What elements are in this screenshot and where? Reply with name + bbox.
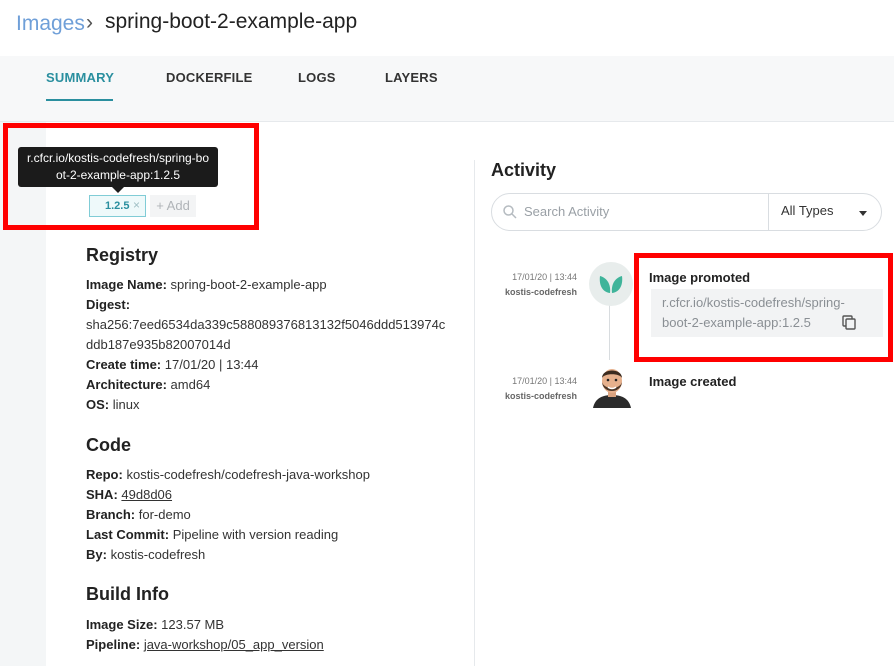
activity-search-bar: All Types <box>491 193 882 231</box>
leaf-icon <box>589 262 633 306</box>
column-divider <box>474 160 475 666</box>
by-value: kostis-codefresh <box>110 547 206 562</box>
create-time-row: Create time: 17/01/20 | 13:44 <box>86 355 259 375</box>
event-user: kostis-codefresh <box>504 391 577 401</box>
os-row: OS: linux <box>86 395 140 415</box>
pipeline-row: Pipeline: java-workshop/05_app_version <box>86 635 324 655</box>
type-filter-select[interactable]: All Types <box>781 203 834 218</box>
active-tab-indicator <box>46 99 113 101</box>
repo-value: kostis-codefresh/codefresh-java-workshop <box>126 467 370 482</box>
architecture-row: Architecture: amd64 <box>86 375 210 395</box>
search-icon <box>503 205 517 219</box>
architecture-label: Architecture: <box>86 377 167 392</box>
event-meta: 17/01/20 | 13:44 kostis-codefresh <box>496 270 577 300</box>
os-value: linux <box>112 397 140 412</box>
pipeline-link[interactable]: java-workshop/05_app_version <box>144 637 324 652</box>
chevron-down-icon[interactable] <box>859 211 867 216</box>
branch-row: Branch: for-demo <box>86 505 191 525</box>
tab-dockerfile[interactable]: DOCKERFILE <box>166 70 253 85</box>
image-name-value: spring-boot-2-example-app <box>170 277 327 292</box>
branch-value: for-demo <box>138 507 191 522</box>
digest-label: Digest: <box>86 297 131 312</box>
digest-value-line: ddb187e935b82007014d <box>86 337 231 352</box>
image-size-label: Image Size: <box>86 617 158 632</box>
architecture-value: amd64 <box>170 377 211 392</box>
branch-label: Branch: <box>86 507 136 522</box>
code-heading: Code <box>86 435 131 455</box>
top-bar: Images › spring-boot-2-example-app <box>0 0 894 57</box>
breadcrumb-images-link[interactable]: Images <box>16 12 85 36</box>
by-label: By: <box>86 547 107 562</box>
event-time: 17/01/20 | 13:44 <box>512 376 577 386</box>
activity-heading: Activity <box>491 160 557 180</box>
image-name-row: Image Name: spring-boot-2-example-app <box>86 275 327 295</box>
registry-heading: Registry <box>86 245 159 265</box>
image-name-label: Image Name: <box>86 277 167 292</box>
tab-logs[interactable]: LOGS <box>298 70 336 85</box>
sha-row: SHA: 49d8d06 <box>86 485 172 505</box>
sha-label: SHA: <box>86 487 118 502</box>
pipeline-label: Pipeline: <box>86 637 141 652</box>
timeline-connector <box>609 305 610 360</box>
image-size-row: Image Size: 123.57 MB <box>86 615 224 635</box>
search-activity-input[interactable] <box>522 203 766 220</box>
tabs-bar: SUMMARY DOCKERFILE LOGS LAYERS <box>0 56 894 122</box>
digest-value-line: sha256:7eed6534da339c588089376813132f504… <box>86 317 446 332</box>
os-label: OS: <box>86 397 110 412</box>
repo-label: Repo: <box>86 467 123 482</box>
page-title: spring-boot-2-example-app <box>105 10 358 33</box>
tab-summary[interactable]: SUMMARY <box>46 70 114 85</box>
create-time-value: 17/01/20 | 13:44 <box>164 357 259 372</box>
avatar <box>593 369 631 408</box>
event-time: 17/01/20 | 13:44 <box>512 272 577 282</box>
highlight-box-activity <box>634 253 893 362</box>
highlight-box-tags <box>3 123 259 230</box>
by-row: By: kostis-codefresh <box>86 545 205 565</box>
last-commit-row: Last Commit: Pipeline with version readi… <box>86 525 338 545</box>
image-size-value: 123.57 MB <box>161 617 225 632</box>
event-title-created: Image created <box>649 374 737 389</box>
breadcrumb-chevron-icon: › <box>86 11 93 34</box>
repo-row: Repo: kostis-codefresh/codefresh-java-wo… <box>86 465 370 485</box>
sha-link[interactable]: 49d8d06 <box>121 487 172 502</box>
event-meta: 17/01/20 | 13:44 kostis-codefresh <box>496 374 577 404</box>
search-separator <box>768 194 769 230</box>
last-commit-label: Last Commit: <box>86 527 170 542</box>
event-user: kostis-codefresh <box>504 287 577 297</box>
build-info-heading: Build Info <box>86 584 169 604</box>
last-commit-value: Pipeline with version reading <box>172 527 339 542</box>
create-time-label: Create time: <box>86 357 162 372</box>
tab-layers[interactable]: LAYERS <box>385 70 438 85</box>
